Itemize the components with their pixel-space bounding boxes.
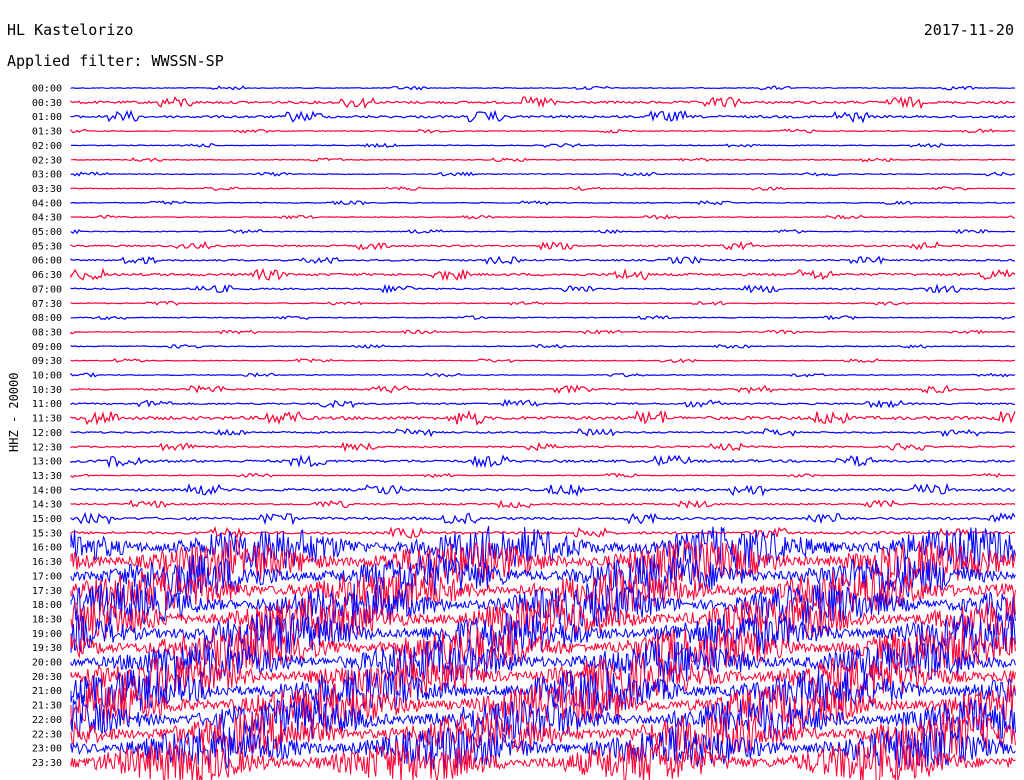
- row-tick-label: 01:00: [32, 112, 62, 123]
- row-tick-label: 19:00: [32, 629, 62, 640]
- row-tick-label: 09:00: [32, 342, 62, 353]
- helicorder-plot: 00:00 00:30 01:00 01:30 02:00 02:30 03:00 03:30…: [32, 84, 1016, 780]
- trace-row: [70, 314, 1016, 321]
- trace-row: [70, 409, 1016, 427]
- trace-row: [70, 85, 1016, 91]
- row-tick-label: 19:30: [32, 643, 62, 654]
- row-tick-label: 14:30: [32, 500, 62, 511]
- row-tick-label: 08:30: [32, 327, 62, 338]
- trace-row: [70, 228, 1016, 235]
- row-tick-label: 15:30: [32, 528, 62, 539]
- row-tick-label: 22:00: [32, 715, 62, 726]
- trace-row: [70, 482, 1016, 497]
- trace-row: [70, 454, 1016, 469]
- row-tick-label: 00:00: [32, 84, 62, 95]
- trace-row: [70, 109, 1016, 124]
- trace-row: [70, 157, 1016, 163]
- trace-row: [70, 511, 1016, 526]
- row-tick-label: 00:30: [32, 98, 62, 109]
- trace-row: [70, 441, 1016, 453]
- row-tick-label: 06:30: [32, 270, 62, 281]
- trace-row: [70, 343, 1016, 349]
- row-tick-label: 01:30: [32, 127, 62, 138]
- row-tick-label: 11:30: [32, 414, 62, 425]
- row-tick-label: 12:30: [32, 442, 62, 453]
- trace-row: [70, 267, 1016, 282]
- row-tick-label: 02:30: [32, 155, 62, 166]
- row-tick-label: 21:30: [32, 701, 62, 712]
- row-tick-label: 09:30: [32, 356, 62, 367]
- trace-row: [70, 185, 1016, 191]
- trace-row: [70, 398, 1016, 409]
- trace-row: [70, 329, 1016, 335]
- trace-row: [70, 171, 1016, 177]
- row-tick-label: 05:00: [32, 227, 62, 238]
- trace-row: [70, 214, 1016, 220]
- trace-row: [70, 499, 1016, 510]
- row-tick-label: 13:30: [32, 471, 62, 482]
- row-tick-labels: 00:00 00:30 01:00 01:30 02:00 02:30 03:00 03:30…: [32, 84, 62, 769]
- trace-row: [70, 384, 1016, 395]
- row-tick-label: 13:00: [32, 457, 62, 468]
- row-tick-label: 11:00: [32, 399, 62, 410]
- row-tick-label: 07:00: [32, 284, 62, 295]
- row-tick-label: 03:30: [32, 184, 62, 195]
- row-tick-label: 03:00: [32, 170, 62, 181]
- trace-row: [70, 525, 1016, 540]
- row-tick-label: 22:30: [32, 729, 62, 740]
- row-tick-label: 23:30: [32, 758, 62, 769]
- trace-row: [70, 255, 1016, 265]
- trace-row: [70, 142, 1015, 148]
- row-tick-label: 04:30: [32, 213, 62, 224]
- trace-row: [70, 283, 1016, 295]
- trace-row: [70, 240, 1016, 251]
- row-tick-label: 12:00: [32, 428, 62, 439]
- seismic-traces: [70, 85, 1016, 780]
- row-tick-label: 18:30: [32, 614, 62, 625]
- row-tick-label: 20:00: [32, 658, 62, 669]
- row-tick-label: 16:30: [32, 557, 62, 568]
- row-tick-label: 20:30: [32, 672, 62, 683]
- row-tick-label: 17:00: [32, 571, 62, 582]
- row-tick-label: 07:30: [32, 299, 62, 310]
- trace-row: [70, 372, 1016, 378]
- trace-row: [70, 128, 1016, 134]
- row-tick-label: 14:00: [32, 485, 62, 496]
- row-tick-label: 21:00: [32, 686, 62, 697]
- trace-row: [70, 95, 1016, 110]
- row-tick-label: 02:00: [32, 141, 62, 152]
- trace-row: [70, 200, 1015, 206]
- row-tick-label: 04:00: [32, 198, 62, 209]
- row-tick-label: 10:30: [32, 385, 62, 396]
- row-tick-label: 08:00: [32, 313, 62, 324]
- trace-row: [70, 582, 1016, 628]
- row-tick-label: 16:00: [32, 543, 62, 554]
- trace-row: [70, 300, 1016, 306]
- row-tick-label: 06:00: [32, 256, 62, 267]
- row-tick-label: 17:30: [32, 586, 62, 597]
- row-tick-label: 18:00: [32, 600, 62, 611]
- trace-row: [70, 428, 1016, 438]
- row-tick-label: 10:00: [32, 371, 62, 382]
- trace-row: [70, 358, 1016, 364]
- trace-row: [70, 472, 1016, 478]
- row-tick-label: 23:00: [32, 744, 62, 755]
- row-tick-label: 05:30: [32, 241, 62, 252]
- row-tick-label: 15:00: [32, 514, 62, 525]
